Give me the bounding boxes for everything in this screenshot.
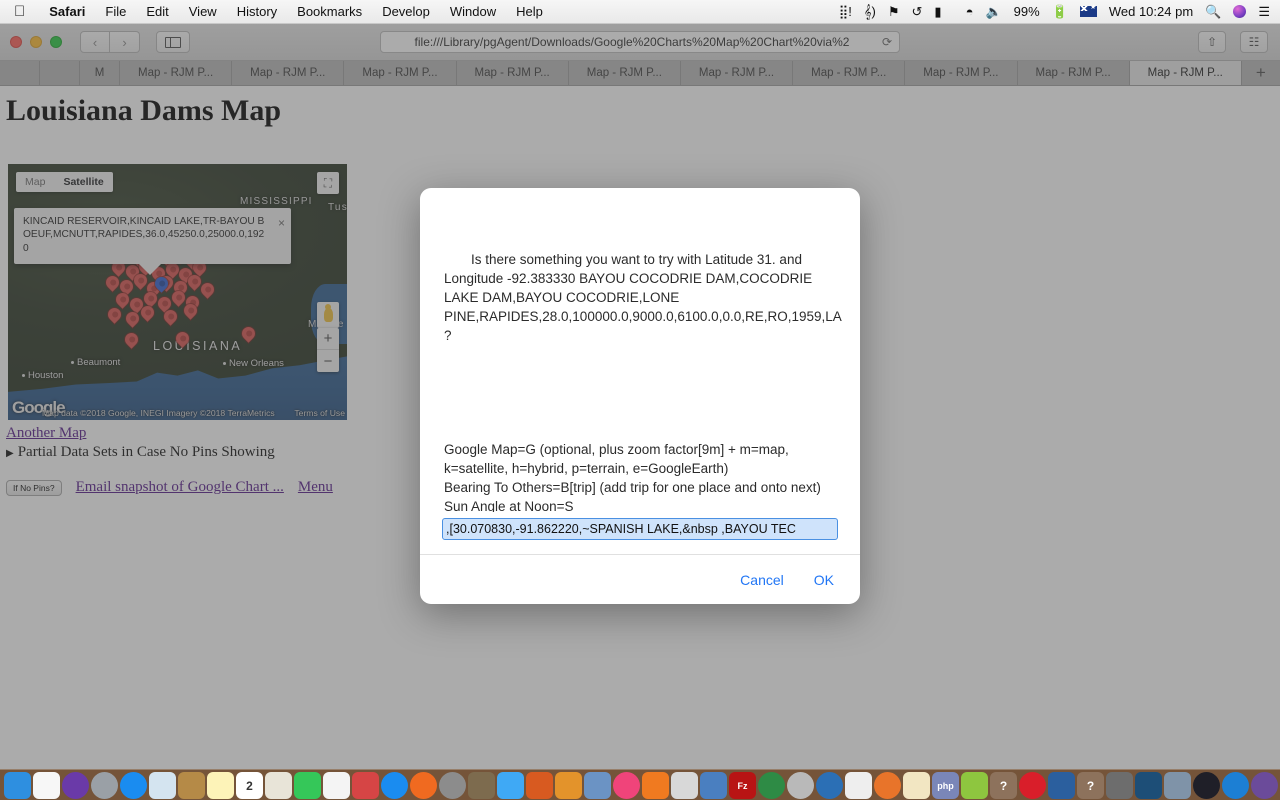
graphics-icon[interactable] — [671, 772, 698, 799]
unknown-app-2-icon[interactable]: ? — [1077, 772, 1104, 799]
scanner-icon[interactable] — [1164, 772, 1191, 799]
maps-icon[interactable] — [265, 772, 292, 799]
filezilla-icon[interactable]: Fz — [729, 772, 756, 799]
macos-menu-bar:  Safari File Edit View History Bookmark… — [0, 0, 1280, 24]
preview-icon[interactable] — [149, 772, 176, 799]
menu-item-history[interactable]: History — [227, 4, 287, 19]
screen-mirroring-icon[interactable]: ▮ — [934, 5, 941, 18]
ibooks-icon[interactable] — [410, 772, 437, 799]
macos-dock: 2Fzphp??? — [0, 769, 1280, 800]
contacts-icon[interactable] — [178, 772, 205, 799]
menu-item-develop[interactable]: Develop — [372, 4, 440, 19]
menu-item-safari[interactable]: Safari — [39, 4, 95, 19]
stickies-icon[interactable] — [903, 772, 930, 799]
dots-exclamation-icon[interactable]: ⣿! — [839, 5, 852, 18]
airplay-sound-icon[interactable]: 𝄞) — [864, 5, 876, 18]
apple-icon[interactable]:  — [14, 4, 25, 19]
dialog-spacer — [444, 383, 836, 402]
quicktime-icon[interactable] — [816, 772, 843, 799]
android-studio-icon[interactable] — [961, 772, 988, 799]
prompt-text-input[interactable] — [442, 518, 838, 540]
remote-desktop-icon[interactable] — [700, 772, 727, 799]
wifi-icon[interactable]: ◓ — [966, 5, 974, 18]
photos-icon[interactable] — [323, 772, 350, 799]
control-center-icon[interactable]: ☰ — [1258, 5, 1270, 18]
github-icon[interactable] — [1251, 772, 1278, 799]
menu-item-bookmarks[interactable]: Bookmarks — [287, 4, 372, 19]
appstore-icon[interactable] — [381, 772, 408, 799]
sphere-icon[interactable] — [1193, 772, 1220, 799]
pages-icon[interactable] — [33, 772, 60, 799]
printer-icon[interactable] — [584, 772, 611, 799]
safari-icon[interactable] — [120, 772, 147, 799]
wolfram-icon[interactable] — [526, 772, 553, 799]
australia-flag-icon[interactable] — [1080, 6, 1097, 17]
battery-percent[interactable]: 99% — [1014, 5, 1040, 18]
dialog-message-body: Is there something you want to try with … — [420, 188, 860, 512]
ok-button[interactable]: OK — [814, 572, 834, 588]
disk-icon[interactable] — [787, 772, 814, 799]
menu-item-edit[interactable]: Edit — [136, 4, 178, 19]
dock-icon-glyph: ? — [1087, 779, 1094, 793]
dock-icon-glyph: php — [937, 781, 954, 791]
siri-icon[interactable] — [62, 772, 89, 799]
time-machine-icon[interactable]: ↺ — [912, 5, 923, 18]
flag-app-icon[interactable]: ⚑ — [888, 5, 900, 18]
virtualbox-icon[interactable] — [1048, 772, 1075, 799]
dock-icon-glyph: Fz — [738, 781, 748, 791]
firefox-icon[interactable] — [874, 772, 901, 799]
php-icon[interactable]: php — [932, 772, 959, 799]
burp-icon[interactable] — [1106, 772, 1133, 799]
clarion-icon[interactable] — [555, 772, 582, 799]
menubar-status-area: ⣿! 𝄞) ⚑ ↺ ▮ ꟠ ◓ 🔈 99% 🔋 Wed 10:24 pm 🔍 ☰ — [839, 5, 1280, 18]
skype-icon[interactable] — [1222, 772, 1249, 799]
notes-icon[interactable] — [207, 772, 234, 799]
dialog-input-wrap — [420, 512, 860, 554]
preview-alt-icon[interactable] — [845, 772, 872, 799]
launchpad-icon[interactable] — [91, 772, 118, 799]
menu-item-help[interactable]: Help — [506, 4, 553, 19]
menu-item-view[interactable]: View — [179, 4, 227, 19]
calendar-icon[interactable]: 2 — [236, 772, 263, 799]
finder-icon[interactable] — [4, 772, 31, 799]
chrome-icon[interactable] — [758, 772, 785, 799]
javascript-prompt-dialog: Is there something you want to try with … — [420, 188, 860, 604]
unknown-app-icon[interactable]: ? — [990, 772, 1017, 799]
cancel-button[interactable]: Cancel — [740, 572, 784, 588]
search-icon[interactable]: 🔍 — [1205, 5, 1221, 18]
dialog-footer: Cancel OK — [420, 554, 860, 604]
menu-item-window[interactable]: Window — [440, 4, 506, 19]
textedit-icon[interactable] — [497, 772, 524, 799]
gimp-icon[interactable] — [468, 772, 495, 799]
dialog-question: Is there something you want to try with … — [444, 250, 836, 345]
dock-icon-glyph: 2 — [246, 779, 253, 793]
volume-icon[interactable]: 🔈 — [985, 5, 1001, 18]
audacity-icon[interactable] — [642, 772, 669, 799]
vscode-icon[interactable] — [1135, 772, 1162, 799]
dock-icon-glyph: ? — [1000, 779, 1007, 793]
battery-charging-icon[interactable]: 🔋 — [1052, 5, 1068, 18]
siri-icon[interactable] — [1233, 5, 1246, 18]
keynote-icon[interactable] — [352, 772, 379, 799]
itunes-icon[interactable] — [613, 772, 640, 799]
facetime-icon[interactable] — [294, 772, 321, 799]
systemprefs-icon[interactable] — [439, 772, 466, 799]
menu-item-file[interactable]: File — [95, 4, 136, 19]
opera-icon[interactable] — [1019, 772, 1046, 799]
dialog-options: Google Map=G (optional, plus zoom factor… — [444, 440, 836, 512]
menubar-clock[interactable]: Wed 10:24 pm — [1109, 5, 1193, 18]
